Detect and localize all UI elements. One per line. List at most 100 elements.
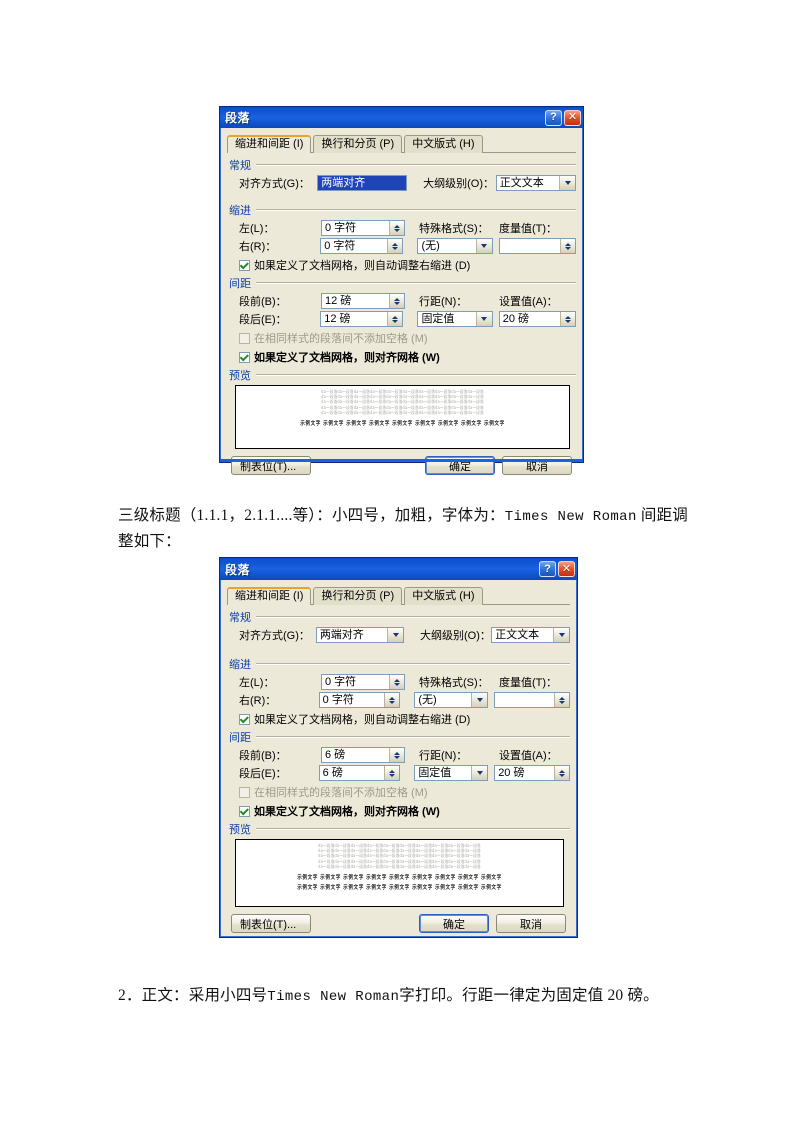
special-format-combo[interactable]: (无) xyxy=(417,238,493,254)
tab-line-page-break[interactable]: 换行和分页 (P) xyxy=(313,587,403,605)
space-before-label: 段前(B)： xyxy=(239,296,287,308)
tab-indent-spacing[interactable]: 缩进和间距 (I) xyxy=(227,587,312,606)
spacing-group-header: 间距 xyxy=(229,275,576,291)
spinner-arrows-icon[interactable] xyxy=(387,312,403,326)
spinner-arrows-icon[interactable] xyxy=(389,675,404,689)
paragraph-dialog-2[interactable]: 段落 ? ✕ 缩进和间距 (I) 换行和分页 (P) 中文版式 (H) 常规 对… xyxy=(219,557,578,938)
chevron-down-icon[interactable] xyxy=(471,693,488,707)
paragraph-dialog-1[interactable]: 段落 ? ✕ 缩进和间距 (I) 换行和分页 (P) 中文版式 (H) 常规 对… xyxy=(219,106,584,475)
no-space-same-style-row: 在相同样式的段落间不添加空格 (M) xyxy=(227,330,576,346)
chevron-down-icon[interactable] xyxy=(471,766,488,780)
auto-adjust-right-indent-label: 如果定义了文档网格，则自动调整右缩进 (D) xyxy=(254,714,471,726)
close-icon[interactable]: ✕ xyxy=(564,109,581,126)
general-group-header: 常规 xyxy=(229,609,570,625)
alignment-combo[interactable]: 两端对齐 xyxy=(315,627,404,643)
special-format-combo[interactable]: (无) xyxy=(414,692,489,708)
alignment-row: 对齐方式(G)： 两端对齐 大纲级别(O)： 正文文本 xyxy=(227,175,576,191)
line-spacing-value: 固定值 xyxy=(421,313,455,325)
set-value-value: 20 磅 xyxy=(502,313,530,325)
set-value-label: 设置值(A)： xyxy=(499,296,558,308)
dialog-2-tabstrip: 缩进和间距 (I) 换行和分页 (P) 中文版式 (H) xyxy=(227,585,570,606)
spinner-arrows-icon[interactable] xyxy=(389,221,404,235)
general-group-divider xyxy=(256,164,576,166)
body-font-name: Times New Roman xyxy=(267,989,400,1005)
tab-stops-button[interactable]: 制表位(T)... xyxy=(231,914,311,933)
set-value-value: 20 磅 xyxy=(498,767,525,779)
preview-filler-line: da一段落da一段落da一段落da一段落da一段落da一段落da一段落da一段落… xyxy=(318,864,481,870)
space-after-row: 段后(E)： 6 磅 固定值 20 磅 xyxy=(227,765,571,781)
spacing-group-label: 间距 xyxy=(229,278,251,290)
dialog-2-body: 缩进和间距 (I) 换行和分页 (P) 中文版式 (H) 常规 对齐方式(G)：… xyxy=(220,580,577,939)
line-spacing-combo[interactable]: 固定值 xyxy=(414,765,489,781)
auto-adjust-right-indent-row[interactable]: 如果定义了文档网格，则自动调整右缩进 (D) xyxy=(227,257,576,273)
indent-right-value: 0 字符 xyxy=(322,694,354,706)
indent-left-value: 0 字符 xyxy=(325,222,357,234)
spinner-arrows-icon[interactable] xyxy=(387,239,403,253)
snap-to-grid-row[interactable]: 如果定义了文档网格，则对齐网格 (W) xyxy=(227,803,570,819)
auto-adjust-right-indent-row[interactable]: 如果定义了文档网格，则自动调整右缩进 (D) xyxy=(227,711,570,727)
dialog-2-button-row: 制表位(T)... 确定 取消 xyxy=(227,914,570,933)
tab-indent-spacing[interactable]: 缩进和间距 (I) xyxy=(227,135,312,154)
spinner-arrows-icon[interactable] xyxy=(384,693,400,707)
help-icon[interactable]: ? xyxy=(539,561,556,577)
auto-adjust-right-indent-checkbox[interactable] xyxy=(239,259,250,271)
dialog-1-titlebar[interactable]: 段落 ? ✕ xyxy=(220,107,583,128)
ok-button[interactable]: 确定 xyxy=(419,914,489,933)
alignment-value: 两端对齐 xyxy=(318,176,407,190)
spinner-arrows-icon[interactable] xyxy=(384,766,400,780)
heading3-text-pre: 三级标题（1.1.1，2.1.1....等）：小四号，加粗，字体为： xyxy=(118,507,505,524)
measure-value-spinner[interactable] xyxy=(498,238,577,254)
space-before-spinner[interactable]: 12 磅 xyxy=(321,293,405,309)
indent-group-divider xyxy=(256,209,576,211)
close-icon[interactable]: ✕ xyxy=(558,561,575,577)
line-spacing-combo[interactable]: 固定值 xyxy=(417,311,493,327)
no-space-same-style-label: 在相同样式的段落间不添加空格 (M) xyxy=(254,787,428,799)
space-after-spinner[interactable]: 6 磅 xyxy=(318,765,401,781)
general-group-divider xyxy=(256,616,570,618)
snap-to-grid-row[interactable]: 如果定义了文档网格，则对齐网格 (W) xyxy=(227,349,576,365)
outline-level-combo[interactable]: 正文文本 xyxy=(491,627,570,643)
spacing-group-divider xyxy=(256,282,576,284)
chevron-down-icon[interactable] xyxy=(559,176,575,190)
chevron-down-icon[interactable] xyxy=(475,239,492,253)
indent-group-label: 缩进 xyxy=(229,205,251,217)
set-value-spinner[interactable]: 20 磅 xyxy=(498,311,577,327)
indent-left-spinner[interactable]: 0 字符 xyxy=(321,220,405,236)
alignment-row: 对齐方式(G)： 两端对齐 大纲级别(O)： 正文文本 xyxy=(227,627,570,643)
space-before-row: 段前(B)： 12 磅 行距(N)： 设置值(A)： xyxy=(227,293,576,309)
indent-left-spinner[interactable]: 0 字符 xyxy=(321,674,405,690)
space-before-spinner[interactable]: 6 磅 xyxy=(321,747,405,763)
indent-right-row: 右(R)： 0 字符 (无) xyxy=(227,238,577,254)
tab-chinese-typography[interactable]: 中文版式 (H) xyxy=(404,135,483,153)
outline-level-combo[interactable]: 正文文本 xyxy=(495,175,576,191)
indent-right-spinner[interactable]: 0 字符 xyxy=(318,692,401,708)
cancel-button[interactable]: 取消 xyxy=(496,914,566,933)
chevron-down-icon[interactable] xyxy=(553,628,569,642)
dialog-1-title: 段落 xyxy=(225,111,251,125)
spinner-arrows-icon[interactable] xyxy=(560,239,576,253)
chevron-down-icon[interactable] xyxy=(387,628,403,642)
general-group-label: 常规 xyxy=(229,160,251,172)
special-format-value: (无) xyxy=(418,694,437,706)
body-text-pre: 2．正文：采用小四号 xyxy=(118,987,268,1004)
tab-line-page-break[interactable]: 换行和分页 (P) xyxy=(313,135,403,153)
tab-chinese-typography[interactable]: 中文版式 (H) xyxy=(404,587,483,605)
preview-group-label: 预览 xyxy=(229,370,251,382)
help-icon[interactable]: ? xyxy=(545,109,562,126)
spinner-arrows-icon[interactable] xyxy=(554,693,570,707)
dialog-2-titlebar[interactable]: 段落 ? ✕ xyxy=(220,558,577,580)
snap-to-grid-checkbox[interactable] xyxy=(239,351,250,363)
spinner-arrows-icon[interactable] xyxy=(389,748,404,762)
alignment-combo[interactable]: 两端对齐 xyxy=(317,175,408,191)
spinner-arrows-icon[interactable] xyxy=(560,312,576,326)
measure-value-spinner[interactable] xyxy=(494,692,571,708)
set-value-spinner[interactable]: 20 磅 xyxy=(494,765,571,781)
snap-to-grid-checkbox[interactable] xyxy=(239,805,250,817)
chevron-down-icon[interactable] xyxy=(475,312,492,326)
indent-right-label: 右(R)： xyxy=(239,695,277,707)
space-after-spinner[interactable]: 12 磅 xyxy=(320,311,404,327)
spinner-arrows-icon[interactable] xyxy=(554,766,570,780)
indent-right-spinner[interactable]: 0 字符 xyxy=(320,238,404,254)
spinner-arrows-icon[interactable] xyxy=(389,294,404,308)
auto-adjust-right-indent-checkbox[interactable] xyxy=(239,713,250,725)
